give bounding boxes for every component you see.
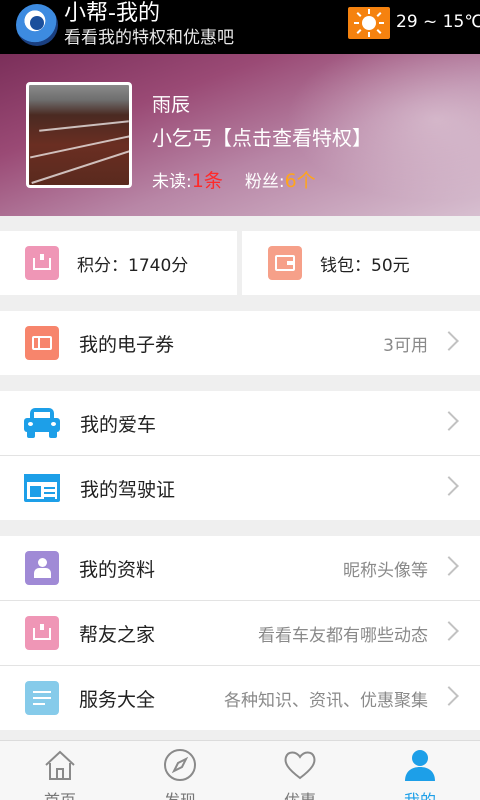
tab-discover[interactable]: 发现	[120, 741, 240, 800]
app-logo-icon	[16, 4, 58, 46]
wallet-item[interactable]: 钱包：50元	[268, 231, 410, 295]
divider	[237, 231, 242, 295]
menu-item-label: 我的爱车	[80, 413, 157, 436]
tab-home[interactable]: 首页	[0, 741, 120, 800]
menu-item-license[interactable]: 我的驾驶证	[0, 456, 480, 520]
tab-mine[interactable]: 我的	[360, 741, 480, 800]
menu-item-label: 我的电子券	[79, 333, 175, 356]
menu-item-label: 帮友之家	[79, 623, 156, 646]
community-icon	[25, 616, 59, 650]
menu-item-friends[interactable]: 帮友之家 看看车友都有哪些动态	[0, 601, 480, 665]
chevron-right-icon	[439, 686, 459, 706]
chevron-right-icon	[439, 331, 459, 351]
home-icon	[45, 750, 75, 780]
license-icon	[24, 474, 60, 502]
tab-label: 我的	[360, 787, 480, 800]
user-name: 雨辰	[152, 94, 191, 116]
heart-icon	[284, 751, 316, 780]
tab-label: 优惠	[240, 787, 360, 800]
sun-icon[interactable]	[348, 7, 390, 39]
ticket-icon	[25, 326, 59, 360]
user-icon	[405, 750, 435, 781]
tab-label: 首页	[0, 787, 120, 800]
fans-label: 粉丝:	[244, 172, 285, 192]
profile-hint: 昵称头像等	[343, 560, 428, 581]
unread-count[interactable]: 1条	[192, 170, 223, 192]
user-stats: 未读:1条 粉丝:6个	[152, 166, 316, 193]
unread-label: 未读:	[152, 172, 192, 192]
user-card-icon	[25, 551, 59, 585]
menu-item-label: 服务大全	[79, 688, 156, 711]
friends-hint: 看看车友都有哪些动态	[258, 625, 428, 646]
tab-deals[interactable]: 优惠	[240, 741, 360, 800]
document-icon	[25, 681, 59, 715]
wallet-label: 钱包：50元	[320, 255, 410, 276]
page-subtitle: 看看我的特权和优惠吧	[64, 28, 234, 48]
compass-icon	[164, 749, 196, 781]
wallet-icon	[268, 246, 302, 280]
points-icon	[25, 246, 59, 280]
user-level-link[interactable]: 小乞丐【点击查看特权】	[152, 122, 372, 151]
services-hint: 各种知识、资讯、优惠聚集	[224, 690, 428, 711]
page-title: 小帮-我的	[64, 1, 160, 26]
menu-item-label: 我的驾驶证	[80, 478, 176, 501]
coupons-hint: 3可用	[383, 335, 428, 356]
points-item[interactable]: 积分：1740分	[25, 231, 188, 295]
menu-item-profile[interactable]: 我的资料 昵称头像等	[0, 536, 480, 600]
points-label: 积分：1740分	[77, 255, 189, 276]
menu-item-label: 我的资料	[79, 558, 156, 581]
chevron-right-icon	[439, 476, 459, 496]
menu-item-services[interactable]: 服务大全 各种知识、资讯、优惠聚集	[0, 666, 480, 730]
chevron-right-icon	[439, 621, 459, 641]
title-bar: 小帮-我的 看看我的特权和优惠吧 29 ~ 15℃	[0, 0, 480, 54]
bottom-nav: 首页 发现 优惠 我的	[0, 740, 480, 800]
avatar[interactable]	[26, 82, 132, 188]
menu-item-car[interactable]: 我的爱车	[0, 391, 480, 455]
chevron-right-icon	[439, 411, 459, 431]
car-icon	[24, 408, 60, 438]
tab-label: 发现	[120, 787, 240, 800]
fans-count[interactable]: 6个	[285, 170, 316, 192]
menu-item-coupons[interactable]: 我的电子券 3可用	[0, 311, 480, 375]
temperature-text: 29 ~ 15℃	[396, 12, 480, 32]
chevron-right-icon	[439, 556, 459, 576]
profile-banner[interactable]: 雨辰 小乞丐【点击查看特权】 未读:1条 粉丝:6个	[0, 54, 480, 216]
